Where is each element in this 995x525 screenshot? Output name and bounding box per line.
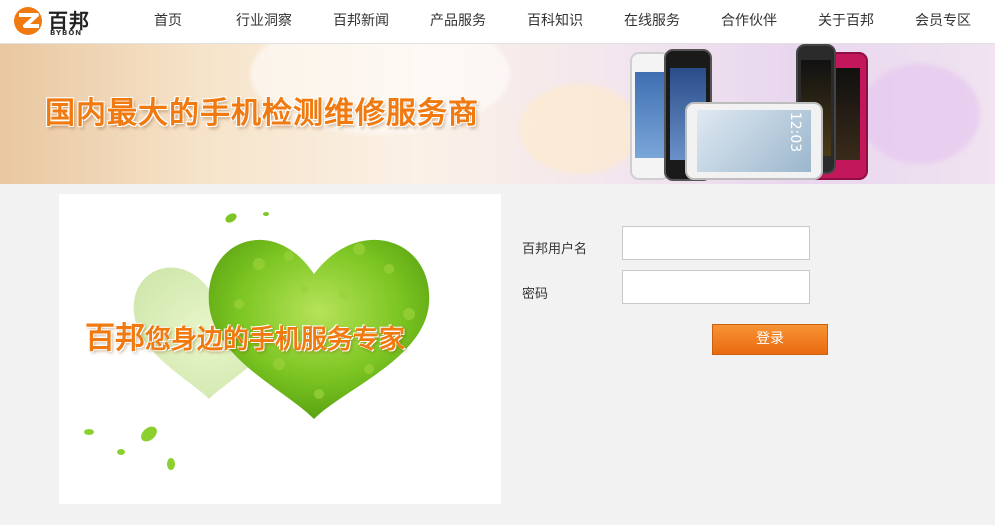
nav-item-about[interactable]: 关于百邦 [818, 10, 874, 30]
bybon-logo[interactable]: 百邦 BYBON [12, 4, 102, 38]
logo-brand-subtext: BYBON [50, 29, 83, 37]
promo-panel: 百邦您身边的手机服务专家 [59, 194, 501, 504]
nav-item-members[interactable]: 会员专区 [915, 10, 971, 30]
nav-item-news[interactable]: 百邦新闻 [333, 10, 389, 30]
promo-slogan: 百邦您身边的手机服务专家 [85, 313, 405, 357]
login-button[interactable]: 登录 [712, 324, 828, 355]
nav-item-online-service[interactable]: 在线服务 [624, 10, 680, 30]
logo-mark-icon [14, 7, 42, 35]
nav-item-knowledge[interactable]: 百科知识 [527, 10, 583, 30]
login-form: 百邦用户名 密码 登录 [510, 215, 850, 365]
username-label: 百邦用户名 [522, 242, 588, 257]
phone-clock-text: 12:03 [787, 111, 804, 153]
nav-item-home[interactable]: 首页 [154, 10, 182, 30]
phone-landscape-image: 12:03 [685, 102, 823, 180]
nav-item-partners[interactable]: 合作伙伴 [721, 10, 777, 30]
promo-brand-text: 百邦 [85, 321, 145, 356]
top-navigation-bar: 百邦 BYBON 首页 行业洞察 百邦新闻 产品服务 百科知识 在线服务 合作伙… [0, 0, 995, 44]
promo-slogan-text: 您身边的手机服务专家 [145, 325, 406, 355]
password-input[interactable] [622, 270, 810, 304]
banner-light-glow [860, 64, 980, 164]
hero-banner: 国内最大的手机检测维修服务商 12:03 [0, 44, 995, 184]
main-nav: 首页 行业洞察 百邦新闻 产品服务 百科知识 在线服务 合作伙伴 关于百邦 会员… [130, 0, 995, 44]
banner-light-glow [520, 84, 640, 174]
nav-item-products[interactable]: 产品服务 [430, 10, 486, 30]
username-input[interactable] [622, 226, 810, 260]
banner-headline: 国内最大的手机检测维修服务商 [45, 96, 479, 131]
password-label: 密码 [522, 287, 549, 302]
nav-item-industry-insight[interactable]: 行业洞察 [236, 10, 292, 30]
